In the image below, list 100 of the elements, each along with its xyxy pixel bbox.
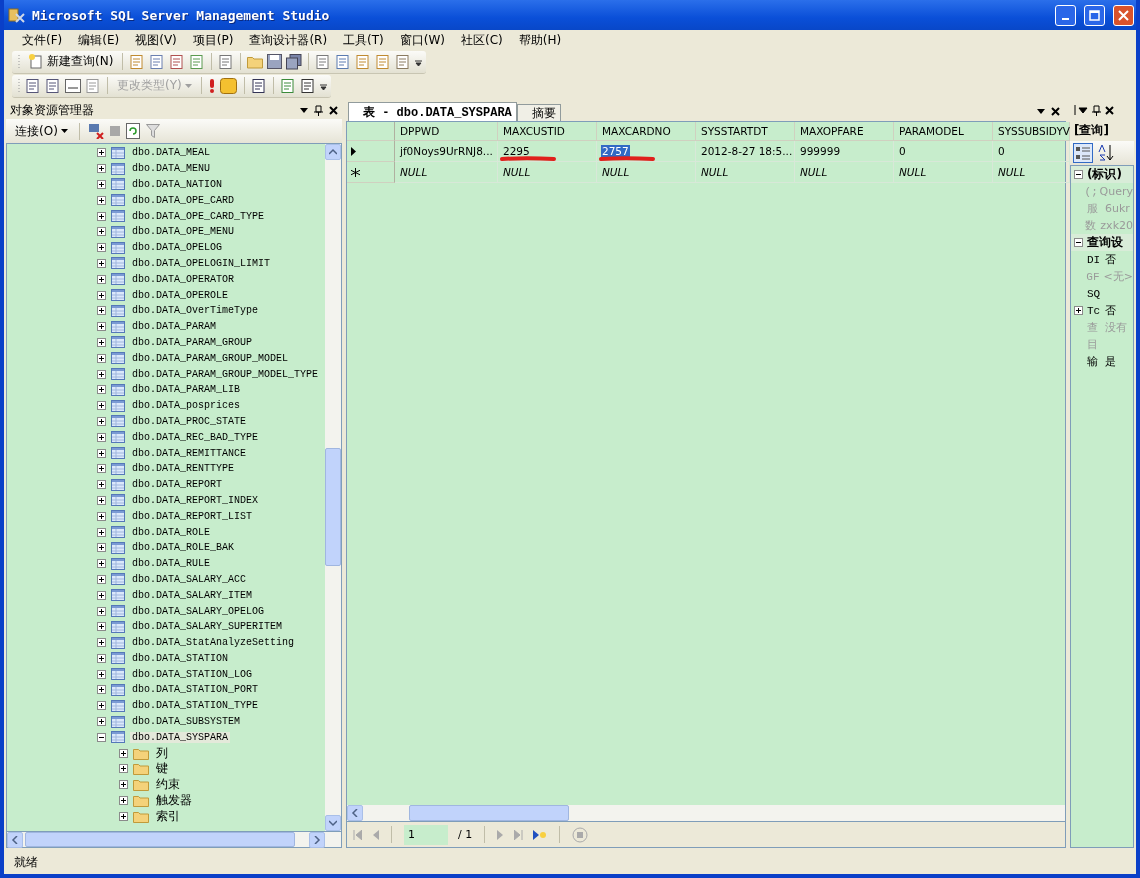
tree-item[interactable]: dbo.DATA_SALARY_OPELOG [130,605,267,617]
tree-item[interactable]: dbo.DATA_REPORT_INDEX [130,494,261,506]
maximize-button[interactable] [1084,4,1105,26]
collapse-toggle[interactable] [97,732,106,742]
menu-item[interactable]: 工具(T) [335,31,392,49]
tree-item[interactable]: dbo.DATA_PARAM_GROUP_MODEL [130,352,291,364]
expand-toggle[interactable] [97,495,106,505]
document-icon[interactable] [169,53,186,70]
tree-item[interactable]: dbo.DATA_OPE_CARD [130,194,237,206]
document-icon[interactable] [315,53,332,70]
expand-toggle[interactable] [97,432,106,442]
property-name[interactable]: DI [1087,253,1103,266]
tree-item[interactable]: dbo.DATA_REMITTANCE [130,447,249,459]
scroll-button[interactable] [347,805,363,821]
document-icon[interactable] [395,53,412,70]
document-icon[interactable] [129,53,146,70]
tree-item[interactable]: dbo.DATA_STATION_PORT [130,684,261,696]
save-all-icon[interactable] [286,53,303,70]
expand-toggle[interactable] [97,306,106,316]
expand-toggle[interactable] [97,274,106,284]
tree-item[interactable]: dbo.DATA_REC_BAD_TYPE [130,431,261,443]
tree-item[interactable]: dbo.DATA_STATION_TYPE [130,700,261,712]
expand-toggle[interactable] [97,353,106,363]
expand-toggle[interactable] [97,511,106,521]
close-button[interactable] [1113,4,1134,26]
tree-item[interactable]: dbo.DATA_MENU [130,163,212,175]
filter-icon[interactable] [145,124,160,138]
tree-item[interactable]: dbo.DATA_OverTimeType [130,305,261,317]
collapse-toggle[interactable] [1074,238,1083,247]
expand-toggle[interactable] [97,180,106,189]
expand-toggle[interactable] [97,480,106,490]
refresh-icon[interactable] [125,123,140,139]
expand-toggle[interactable] [119,780,128,790]
new-record-icon[interactable] [533,829,548,840]
tree-item[interactable]: dbo.DATA_OPE_MENU [130,226,237,238]
scroll-button[interactable] [325,815,341,831]
scrollbar-thumb[interactable] [409,805,569,821]
row-header[interactable] [347,141,395,162]
document-tab[interactable]: 表 - dbo.DATA_SYSPARA [348,102,517,121]
new-query-button[interactable]: 新建查询(N) [25,52,117,71]
tree-item[interactable]: dbo.DATA_NATION [130,179,224,190]
dropdown-icon[interactable] [300,107,308,113]
exclamation-icon[interactable] [207,77,216,94]
tree-item[interactable]: dbo.DATA_OPEROLE [130,289,230,301]
expand-toggle[interactable] [97,685,106,695]
table-cell[interactable]: NULL [597,162,696,183]
table-cell[interactable]: NULL [894,162,993,183]
tree-item[interactable]: dbo.DATA_OPE_CARD_TYPE [130,210,267,222]
expand-toggle[interactable] [97,416,106,426]
pin-icon[interactable] [314,104,323,116]
property-value[interactable]: 是 [1103,354,1116,369]
expand-toggle[interactable] [97,258,106,268]
expand-toggle[interactable] [97,211,106,221]
table-cell[interactable]: 2012-8-27 18:5... [696,141,795,162]
tree-item[interactable]: dbo.DATA_OPELOGIN_LIMIT [130,257,273,269]
table-cell[interactable]: NULL [498,162,597,183]
expand-toggle[interactable] [97,401,106,411]
expand-toggle[interactable] [97,717,106,727]
tree-item[interactable]: dbo.DATA_PROC_STATE [130,415,249,427]
tree-item[interactable]: dbo.DATA_REPORT_LIST [130,510,255,522]
expand-toggle[interactable] [119,764,128,774]
expand-toggle[interactable] [97,574,106,584]
expand-toggle[interactable] [97,622,106,632]
tree-item[interactable]: dbo.DATA_MEAL [130,147,212,159]
dropdown-icon[interactable] [1037,108,1045,114]
table-cell[interactable]: 999999 [795,141,894,162]
scrollbar-thumb[interactable] [25,832,295,847]
table-cell[interactable]: NULL [696,162,795,183]
tree-item[interactable]: dbo.DATA_OPELOG [130,242,224,254]
tree-item[interactable]: dbo.DATA_OPERATOR [130,273,237,285]
table-cell[interactable]: 2757 [597,141,696,162]
expand-toggle[interactable] [97,448,106,458]
expand-toggle[interactable] [97,527,106,537]
expand-toggle[interactable] [97,290,106,300]
tree-item[interactable]: dbo.DATA_ROLE [130,526,212,538]
expand-toggle[interactable] [119,811,128,821]
table-cell[interactable]: NULL [795,162,894,183]
property-name[interactable]: 输 [1087,354,1103,369]
table-cell[interactable]: jf0Noys9UrRNJ8... [395,141,498,162]
expand-toggle[interactable] [119,748,128,758]
expand-toggle[interactable] [97,243,106,253]
tree-item[interactable]: 约束 [154,776,182,794]
record-number-field[interactable]: 1 [404,824,448,845]
tree-item[interactable]: 索引 [154,807,182,825]
column-header[interactable]: SYSSUBSIDYV [993,122,1070,141]
horizontal-scrollbar[interactable] [6,832,342,848]
expand-toggle[interactable] [97,669,106,679]
tree-item[interactable]: dbo.DATA_PARAM [130,321,218,333]
column-header[interactable]: MAXOPFARE [795,122,894,141]
minimize-button[interactable] [1055,4,1076,26]
tree-item[interactable]: dbo.DATA_RENTTYPE [130,463,237,475]
expand-toggle[interactable] [97,148,106,158]
tree-item[interactable]: dbo.DATA_PARAM_GROUP_MODEL_TYPE [130,368,321,380]
document-icon[interactable] [355,53,372,70]
menu-item[interactable]: 视图(V) [127,31,185,49]
save-icon[interactable] [267,54,283,69]
property-value[interactable]: 否 [1103,303,1116,318]
tree-item[interactable]: dbo.DATA_SALARY_ACC [130,573,249,585]
scroll-button[interactable] [325,144,341,160]
menu-item[interactable]: 帮助(H) [510,31,570,49]
